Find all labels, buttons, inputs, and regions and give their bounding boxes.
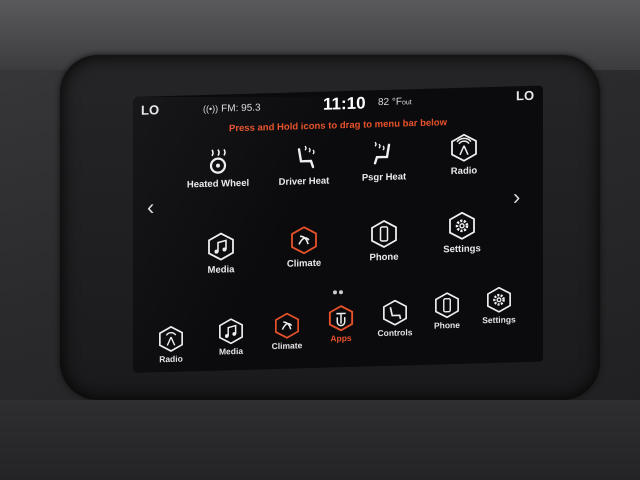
settings-icon — [449, 211, 475, 240]
app-phone[interactable]: Phone — [341, 219, 427, 264]
menu-climate[interactable]: Climate — [257, 312, 317, 352]
controls-icon — [383, 299, 407, 326]
apps-icon — [328, 305, 354, 332]
app-driver-heat[interactable]: Driver Heat — [261, 143, 347, 188]
phone-icon — [371, 219, 397, 249]
dashboard-bottom — [0, 400, 640, 480]
infotainment-screen: LO ((•)) FM: 95.3 11:10 82 °Fout LO Press… — [133, 85, 543, 373]
radio-status[interactable]: ((•)) FM: 95.3 — [203, 102, 261, 115]
settings-icon — [487, 286, 511, 313]
clock: 11:10 — [323, 93, 366, 114]
passenger-seat-heat-icon — [373, 141, 391, 165]
menu-media[interactable]: Media — [201, 317, 261, 357]
menu-settings[interactable]: Settings — [469, 286, 529, 326]
app-climate[interactable]: Climate — [261, 225, 347, 270]
app-settings[interactable]: Settings — [419, 211, 505, 256]
climate-icon — [275, 312, 299, 339]
menu-apps[interactable]: Apps — [311, 304, 371, 344]
menu-controls[interactable]: Controls — [365, 299, 425, 339]
driver-seat-heat-icon — [297, 145, 315, 169]
heated-wheel-icon — [209, 148, 227, 174]
radio-icon — [451, 133, 477, 162]
climate-icon — [291, 226, 317, 255]
app-radio[interactable]: Radio — [421, 133, 507, 178]
right-indicator[interactable]: LO — [516, 88, 534, 104]
radio-icon — [159, 325, 183, 352]
outside-temperature: 82 °Fout — [378, 96, 412, 109]
phone-icon — [435, 292, 459, 319]
menu-phone[interactable]: Phone — [417, 291, 477, 331]
app-heated-wheel[interactable]: Heated Wheel — [175, 145, 261, 190]
radio-frequency: FM: 95.3 — [221, 102, 261, 115]
menu-radio[interactable]: Radio — [141, 325, 201, 365]
menu-bar: Radio Media Climate Apps Controls Phone … — [133, 284, 543, 373]
left-indicator[interactable]: LO — [141, 102, 159, 118]
media-icon — [208, 232, 234, 261]
next-page-arrow[interactable]: › — [513, 184, 520, 210]
media-icon — [219, 318, 243, 345]
app-psgr-heat[interactable]: Psgr Heat — [341, 139, 427, 184]
prev-page-arrow[interactable]: ‹ — [147, 194, 154, 220]
app-media[interactable]: Media — [178, 231, 264, 276]
signal-icon: ((•)) — [203, 103, 219, 115]
